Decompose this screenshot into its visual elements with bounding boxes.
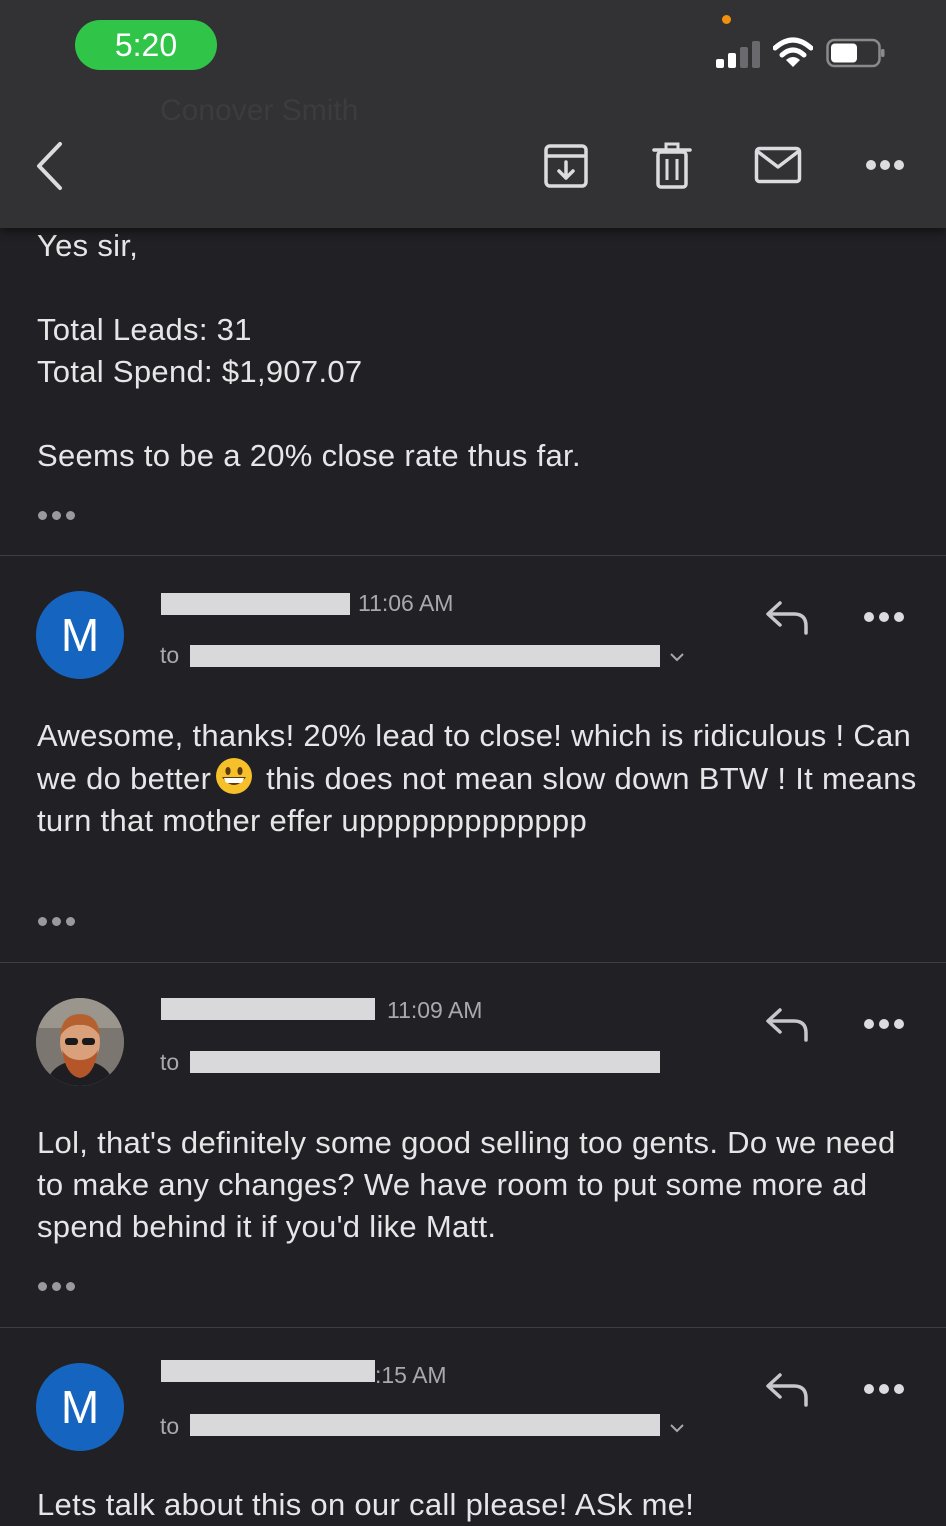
message-body: Lol, that's definitely some good selling…	[37, 1125, 896, 1244]
email-subject-faded: Conover Smith	[160, 94, 359, 127]
redacted-recipients	[190, 1414, 660, 1436]
redacted-recipients	[190, 1051, 660, 1073]
show-trimmed-content-button[interactable]	[38, 1282, 78, 1294]
cellular-signal-icon	[716, 40, 760, 68]
trash-icon[interactable]	[652, 142, 692, 190]
chevron-down-icon[interactable]	[668, 1422, 686, 1434]
quoted-greeting: Yes sir,	[37, 228, 139, 263]
avatar[interactable]: M	[36, 591, 124, 679]
message-body: Awesome, thanks! 20% lead to close! whic…	[37, 718, 917, 838]
chevron-down-icon[interactable]	[668, 651, 686, 663]
recipients-to-label: to	[160, 642, 180, 668]
battery-icon	[826, 38, 885, 68]
wifi-icon	[773, 37, 813, 67]
message-more-button[interactable]	[864, 1384, 904, 1398]
reply-icon[interactable]	[764, 600, 810, 636]
avatar[interactable]	[36, 998, 124, 1086]
message-divider	[0, 555, 946, 556]
message-time: :15 AM	[375, 1362, 447, 1388]
message-time: 11:09 AM	[387, 997, 483, 1023]
recipients-to-label: to	[160, 1049, 180, 1075]
redacted-recipients	[190, 645, 660, 667]
message-divider	[0, 962, 946, 963]
more-dots-icon[interactable]	[866, 160, 904, 170]
reply-icon[interactable]	[764, 1372, 810, 1408]
status-time: 5:20	[75, 20, 217, 70]
message-time: 11:06 AM	[358, 590, 454, 616]
avatar[interactable]: M	[36, 1363, 124, 1451]
redacted-sender-name	[161, 1360, 375, 1382]
redacted-sender-name	[161, 998, 375, 1020]
redacted-sender-name	[161, 593, 350, 615]
grinning-emoji-icon	[216, 758, 253, 794]
reply-icon[interactable]	[764, 1007, 810, 1043]
show-trimmed-content-button[interactable]	[38, 511, 78, 523]
show-trimmed-content-button[interactable]	[38, 917, 78, 929]
profile-photo	[36, 998, 124, 1086]
message-divider	[0, 1327, 946, 1328]
archive-icon[interactable]	[542, 142, 590, 190]
message-more-button[interactable]	[864, 1019, 904, 1033]
recipients-to-label: to	[160, 1413, 180, 1439]
quoted-total-leads: Total Leads: 31	[37, 312, 252, 347]
mail-icon[interactable]	[754, 146, 802, 184]
back-chevron-icon[interactable]	[34, 140, 64, 192]
message-body-partial: Lets talk about this on our call please!…	[37, 1487, 695, 1522]
message-more-button[interactable]	[864, 612, 904, 626]
top-toolbar: 5:20 Conover Smith	[0, 0, 946, 228]
privacy-indicator-dot	[722, 15, 731, 24]
quoted-close-rate: Seems to be a 20% close rate thus far.	[37, 438, 581, 473]
quoted-total-spend: Total Spend: $1,907.07	[37, 354, 363, 389]
